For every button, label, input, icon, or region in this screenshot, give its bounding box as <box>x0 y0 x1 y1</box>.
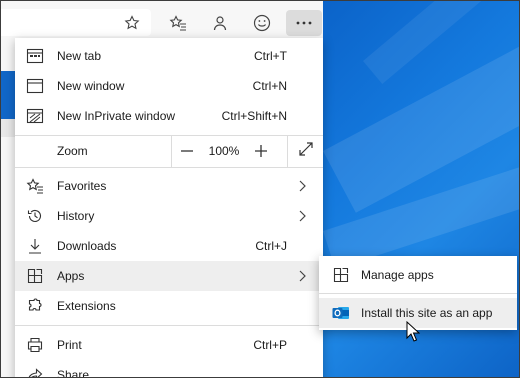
favorites-icon <box>26 177 44 195</box>
zoom-label: Zoom <box>57 144 88 158</box>
chevron-right-icon <box>297 269 307 283</box>
profile-icon[interactable] <box>206 10 234 36</box>
mouse-cursor-icon <box>406 320 421 343</box>
screenshot-frame: New tab Ctrl+T New window Ctrl+N New InP… <box>0 0 520 378</box>
menu-item-new-window[interactable]: New window Ctrl+N <box>15 71 323 101</box>
more-dots-icon[interactable] <box>286 10 322 36</box>
menu-item-label: Share <box>57 368 90 378</box>
apps-icon <box>332 266 350 284</box>
menu-item-label: Downloads <box>57 239 117 253</box>
menu-item-label: Apps <box>57 269 85 283</box>
zoom-out-button[interactable] <box>172 135 202 167</box>
outlook-icon <box>332 304 350 322</box>
menu-item-downloads[interactable]: Downloads Ctrl+J <box>15 231 323 261</box>
settings-menu: New tab Ctrl+T New window Ctrl+N New InP… <box>15 38 323 378</box>
shortcut-text: Ctrl+J <box>255 239 287 253</box>
window-icon <box>26 77 44 95</box>
expand-arrows-icon <box>298 141 313 161</box>
new-tab-icon <box>26 47 44 65</box>
chevron-right-icon <box>297 179 307 193</box>
submenu-item-label: Manage apps <box>361 268 434 282</box>
menu-item-label: Extensions <box>57 299 116 313</box>
puzzle-icon <box>26 297 44 315</box>
menu-item-history[interactable]: History <box>15 201 323 231</box>
apps-submenu: Manage apps Install this site as an app <box>319 256 517 330</box>
favorite-star-icon[interactable] <box>118 10 146 36</box>
zoom-value: 100% <box>208 144 240 158</box>
shortcut-text: Ctrl+T <box>254 49 287 63</box>
menu-divider <box>15 167 323 168</box>
share-icon <box>26 366 44 377</box>
menu-item-new-tab[interactable]: New tab Ctrl+T <box>15 41 323 71</box>
inprivate-icon <box>26 107 44 125</box>
menu-item-label: New InPrivate window <box>57 109 176 123</box>
menu-item-label: History <box>57 209 95 223</box>
zoom-in-button[interactable] <box>246 135 276 167</box>
menu-item-extensions[interactable]: Extensions <box>15 291 323 321</box>
menu-divider <box>15 325 323 326</box>
download-icon <box>26 237 44 255</box>
zoom-row: Zoom 100% <box>15 135 323 167</box>
favorites-list-icon[interactable] <box>164 10 192 36</box>
menu-item-label: New tab <box>57 49 102 63</box>
printer-icon <box>26 336 44 354</box>
history-icon <box>26 207 44 225</box>
menu-item-apps[interactable]: Apps <box>15 261 323 291</box>
chevron-right-icon <box>297 209 307 223</box>
menu-item-share[interactable]: Share <box>15 360 323 378</box>
browser-toolbar <box>1 1 323 41</box>
apps-icon <box>26 267 44 285</box>
submenu-item-manage-apps[interactable]: Manage apps <box>319 260 517 290</box>
menu-item-print[interactable]: Print Ctrl+P <box>15 330 323 360</box>
submenu-item-label: Install this site as an app <box>361 306 493 320</box>
menu-item-label: Print <box>57 338 82 352</box>
fullscreen-button[interactable] <box>288 135 323 167</box>
menu-item-favorites[interactable]: Favorites <box>15 171 323 201</box>
shortcut-text: Ctrl+N <box>252 79 287 93</box>
shortcut-text: Ctrl+P <box>253 338 287 352</box>
menu-divider <box>319 293 517 294</box>
feedback-smiley-icon[interactable] <box>248 10 276 36</box>
menu-item-new-inprivate-window[interactable]: New InPrivate window Ctrl+Shift+N <box>15 101 323 131</box>
shortcut-text: Ctrl+Shift+N <box>221 109 287 123</box>
menu-item-label: Favorites <box>57 179 107 193</box>
menu-item-label: New window <box>57 79 125 93</box>
